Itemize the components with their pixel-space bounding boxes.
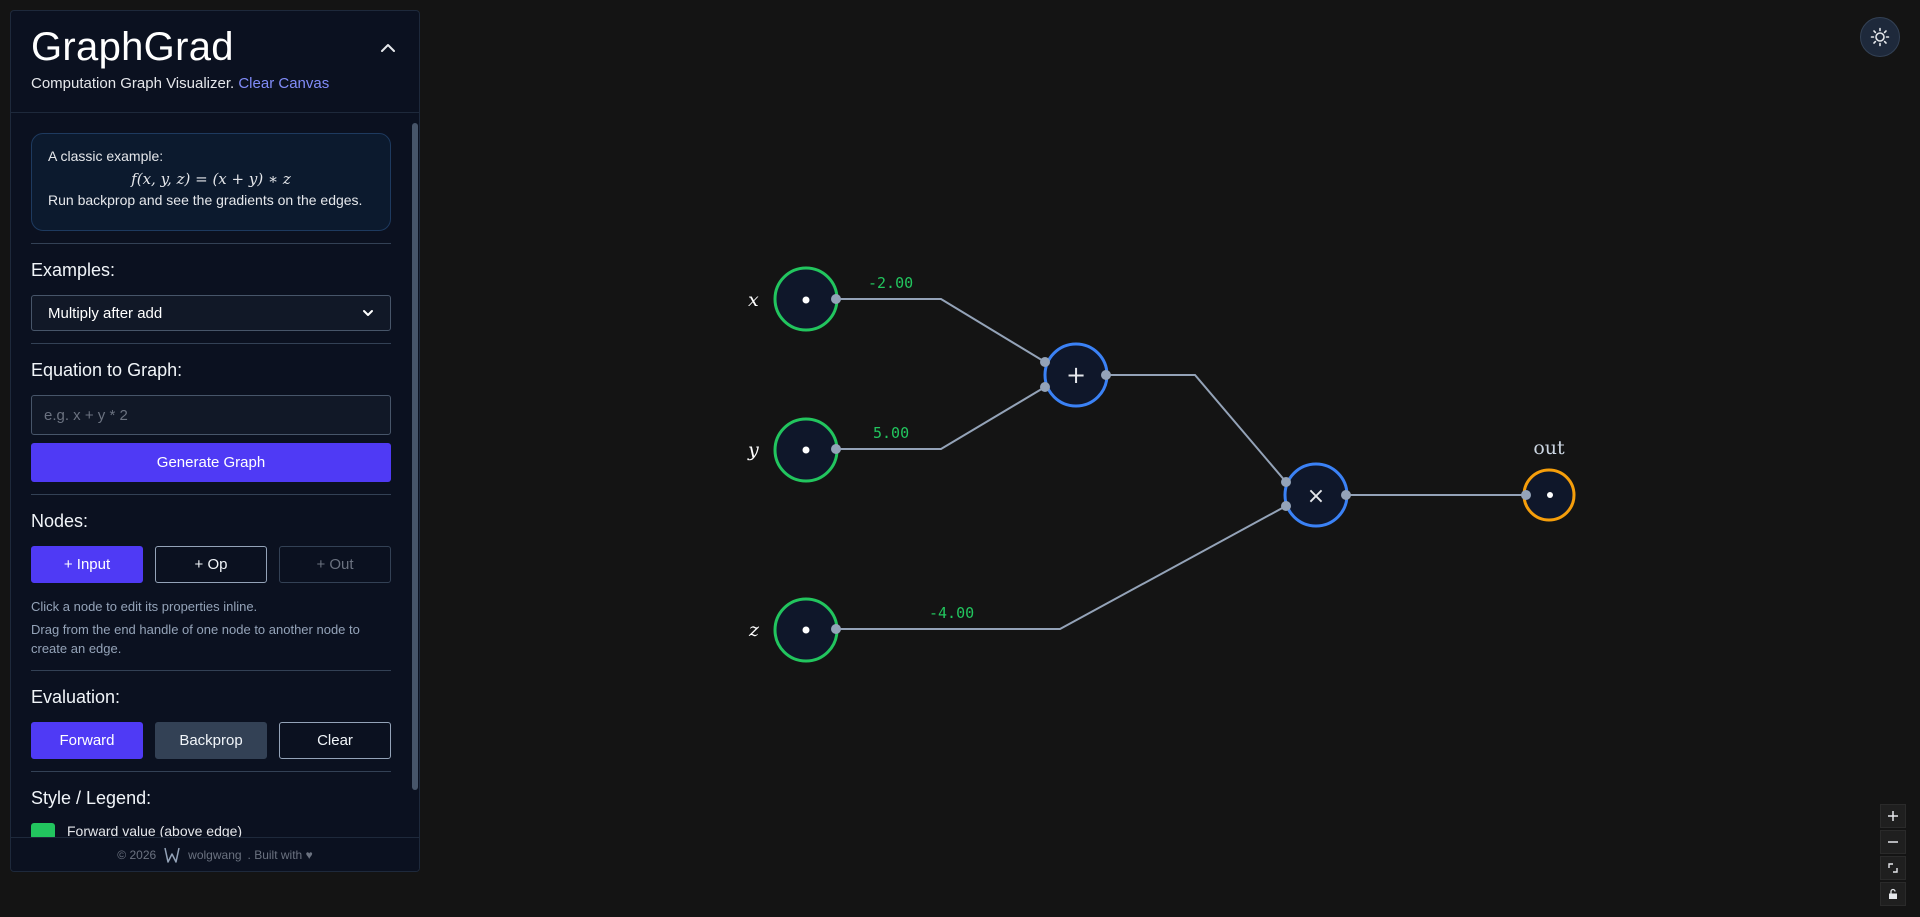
node-label-x: x: [748, 289, 759, 311]
node-mul-output-handle[interactable]: [1341, 490, 1351, 500]
node-out-input-handle[interactable]: [1521, 490, 1531, 500]
minus-icon: [1888, 841, 1898, 843]
evaluation-button-row: Forward Backprop Clear: [31, 722, 391, 759]
examples-title: Examples:: [31, 260, 116, 280]
node-add-input-handle[interactable]: [1040, 357, 1050, 367]
node-add-output-handle[interactable]: [1101, 370, 1111, 380]
app-subtitle: Computation Graph Visualizer. Clear Canv…: [31, 75, 399, 92]
plus-icon: +: [1066, 361, 1086, 389]
theme-toggle-button[interactable]: [1860, 17, 1900, 57]
add-op-button[interactable]: + Op: [155, 546, 267, 583]
author-logo-icon: [164, 847, 180, 863]
divider: [31, 243, 391, 244]
edge-value-y: 5.00: [873, 424, 909, 442]
legend-item-forward: Forward value (above edge): [31, 823, 391, 837]
lock-button[interactable]: [1880, 882, 1906, 906]
zoom-in-button[interactable]: [1880, 804, 1906, 828]
multiply-icon: ×: [1307, 484, 1325, 509]
edge-value-x: -2.00: [868, 274, 913, 292]
zoom-controls: [1880, 804, 1906, 906]
divider: [31, 670, 391, 671]
legend-swatch-forward: [31, 823, 55, 837]
node-add-input-handle[interactable]: [1040, 382, 1050, 392]
info-formula: f(x, y, z) = (x + y) ∗ z: [131, 170, 291, 188]
fit-view-button[interactable]: [1880, 856, 1906, 880]
node-dot: [802, 626, 810, 634]
node-label-y: y: [747, 439, 759, 461]
node-x-output-handle[interactable]: [831, 294, 841, 304]
plus-icon: [1888, 811, 1898, 821]
info-intro: A classic example:: [48, 148, 164, 164]
nodes-title: Nodes:: [31, 511, 89, 531]
graph-edges: [836, 298, 1526, 630]
forward-button[interactable]: Forward: [31, 722, 143, 759]
add-input-button[interactable]: + Input: [31, 546, 143, 583]
nodes-button-row: + Input + Op + Out: [31, 546, 391, 583]
footer-author[interactable]: wolgwang: [188, 848, 241, 862]
node-dot: [802, 446, 810, 454]
lock-icon: [1889, 888, 1897, 899]
node-z[interactable]: z: [748, 597, 841, 663]
footer-built-with: . Built with ♥: [247, 847, 313, 862]
side-panel: GraphGrad Computation Graph Visualizer. …: [10, 10, 420, 872]
examples-selected-value: Multiply after add: [48, 304, 163, 322]
subtitle-text: Computation Graph Visualizer.: [31, 75, 235, 92]
node-mul-op[interactable]: ×: [1281, 462, 1351, 528]
collapse-panel-button[interactable]: [377, 37, 399, 59]
node-label-z: z: [748, 619, 760, 641]
legend-title: Style / Legend:: [31, 788, 152, 808]
footer-copyright: © 2026: [117, 847, 157, 862]
node-dot: [1547, 492, 1553, 498]
chevron-down-icon: [363, 310, 373, 316]
node-mul-input-handle[interactable]: [1281, 501, 1291, 511]
legend-label-forward: Forward value (above edge): [67, 823, 243, 837]
backprop-button[interactable]: Backprop: [155, 722, 267, 759]
generate-graph-button[interactable]: Generate Graph: [31, 443, 391, 482]
nodes-hint-edge: Drag from the end handle of one node to …: [31, 622, 360, 656]
edge-value-z: -4.00: [929, 604, 974, 622]
panel-body: A classic example: f(x, y, z) = (x + y) …: [11, 113, 419, 837]
edge-z-to-mul[interactable]: [836, 505, 1287, 630]
zoom-out-button[interactable]: [1880, 830, 1906, 854]
nodes-hint-edit: Click a node to edit its properties inli…: [31, 599, 258, 614]
panel-footer: © 2026 wolgwang . Built with ♥: [11, 837, 419, 871]
divider: [31, 494, 391, 495]
add-out-button: + Out: [279, 546, 391, 583]
edge-y-to-add[interactable]: [836, 386, 1046, 450]
chevron-up-icon: [381, 44, 395, 52]
edge-add-to-mul[interactable]: [1106, 374, 1287, 483]
divider: [31, 343, 391, 344]
node-y[interactable]: y: [747, 417, 841, 483]
edge-x-to-add[interactable]: [836, 298, 1046, 363]
evaluation-title: Evaluation:: [31, 687, 121, 707]
info-box: A classic example: f(x, y, z) = (x + y) …: [31, 133, 391, 231]
app-title: GraphGrad: [31, 25, 234, 69]
node-mul-input-handle[interactable]: [1281, 477, 1291, 487]
clear-canvas-link[interactable]: Clear Canvas: [238, 75, 329, 92]
equation-input[interactable]: [31, 395, 391, 435]
node-x[interactable]: x: [748, 266, 841, 332]
equation-title: Equation to Graph:: [31, 360, 183, 380]
clear-evaluation-button[interactable]: Clear: [279, 722, 391, 759]
fit-view-icon: [1888, 863, 1898, 873]
panel-scrollbar[interactable]: [412, 123, 418, 790]
node-y-output-handle[interactable]: [831, 444, 841, 454]
examples-select[interactable]: Multiply after add: [31, 295, 391, 331]
panel-header: GraphGrad Computation Graph Visualizer. …: [11, 11, 419, 113]
node-add-op[interactable]: +: [1040, 342, 1111, 408]
divider: [31, 771, 391, 772]
node-out[interactable]: out: [1521, 437, 1576, 522]
node-dot: [802, 296, 810, 304]
sun-icon: [1870, 27, 1890, 47]
node-label-out: out: [1533, 437, 1565, 459]
info-outro: Run backprop and see the gradients on th…: [48, 192, 363, 208]
node-z-output-handle[interactable]: [831, 624, 841, 634]
